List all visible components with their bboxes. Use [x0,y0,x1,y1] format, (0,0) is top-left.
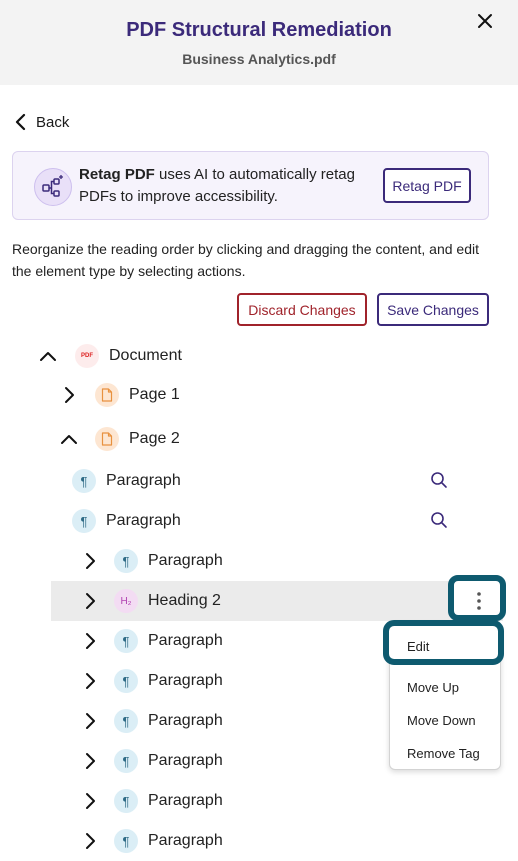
tree-item-label: Heading 2 [148,592,221,609]
paragraph-icon: ¶ [114,749,138,773]
tree-item[interactable]: ¶ Paragraph [80,541,223,581]
tree-item[interactable]: ¶ Paragraph [72,501,181,541]
chevron-right-icon[interactable] [80,831,100,851]
tree-item[interactable]: ¶ Paragraph [80,661,223,701]
tree-item[interactable]: ¶ Paragraph [80,741,223,781]
tree-item-selected[interactable]: H₂ Heading 2 [80,581,221,621]
tree-item-label: Paragraph [148,712,223,729]
chevron-right-icon[interactable] [80,671,100,691]
tree-item-label: Paragraph [148,752,223,769]
chevron-right-icon[interactable] [80,591,100,611]
chevron-right-icon[interactable] [80,711,100,731]
tree-node-page-2[interactable]: Page 2 [59,419,180,459]
tree-node-document[interactable]: PDF Document [38,336,182,376]
paragraph-icon: ¶ [114,669,138,693]
chevron-up-icon[interactable] [59,429,79,449]
chevron-up-icon[interactable] [38,346,58,366]
menu-item-edit[interactable]: Edit [407,639,429,654]
paragraph-icon: ¶ [114,709,138,733]
page-icon [95,427,119,451]
retag-pdf-button[interactable]: Retag PDF [383,168,471,203]
tree-node-label: Document [109,347,182,364]
dialog-header: PDF Structural Remediation Business Anal… [0,0,518,85]
tree-item[interactable]: ¶ Paragraph [72,461,181,501]
more-vertical-icon[interactable] [472,591,486,611]
tree-item[interactable]: ¶ Paragraph [80,821,223,861]
tree-node-label: Page 2 [129,430,180,447]
search-icon[interactable] [430,471,448,489]
tree-item-label: Paragraph [148,632,223,649]
menu-item-move-down[interactable]: Move Down [407,713,476,728]
tree-node-page-1[interactable]: Page 1 [59,375,180,415]
discard-changes-button[interactable]: Discard Changes [237,293,367,326]
retag-banner: Retag PDF uses AI to automatically retag… [12,151,489,220]
close-icon[interactable] [476,12,494,30]
retag-description: Retag PDF uses AI to automatically retag… [79,164,379,208]
page-title: PDF Structural Remediation [126,19,392,41]
tree-item-label: Paragraph [148,552,223,569]
tree-item-label: Paragraph [106,512,181,529]
save-changes-button[interactable]: Save Changes [377,293,489,326]
tree-item[interactable]: ¶ Paragraph [80,781,223,821]
heading-icon: H₂ [114,589,138,613]
chevron-right-icon[interactable] [59,385,79,405]
tree-item-label: Paragraph [106,472,181,489]
tree-item-label: Paragraph [148,832,223,849]
back-label: Back [36,113,70,131]
paragraph-icon: ¶ [114,789,138,813]
paragraph-icon: ¶ [114,629,138,653]
tree-item[interactable]: ¶ Paragraph [80,621,223,661]
paragraph-icon: ¶ [114,549,138,573]
back-button[interactable]: Back [14,111,69,133]
paragraph-icon: ¶ [114,829,138,853]
tree-node-label: Page 1 [129,386,180,403]
pdf-icon: PDF [75,344,99,368]
page-icon [95,383,119,407]
tree-item-label: Paragraph [148,792,223,809]
menu-item-remove-tag[interactable]: Remove Tag [407,746,480,761]
chevron-right-icon[interactable] [80,791,100,811]
edit-highlight-ring: Edit [383,620,504,665]
chevron-right-icon[interactable] [80,631,100,651]
paragraph-icon: ¶ [72,509,96,533]
chevron-right-icon[interactable] [80,751,100,771]
instructions-text: Reorganize the reading order by clicking… [12,241,479,279]
menu-item-move-up[interactable]: Move Up [407,680,459,695]
paragraph-icon: ¶ [72,469,96,493]
search-icon[interactable] [430,511,448,529]
file-name: Business Analytics.pdf [182,51,336,67]
tree-item[interactable]: ¶ Paragraph [80,701,223,741]
chevron-left-icon [15,113,26,131]
chevron-right-icon[interactable] [80,551,100,571]
retag-bold-text: Retag PDF [79,166,155,183]
workflow-sparkle-icon [34,168,72,206]
tree-item-label: Paragraph [148,672,223,689]
